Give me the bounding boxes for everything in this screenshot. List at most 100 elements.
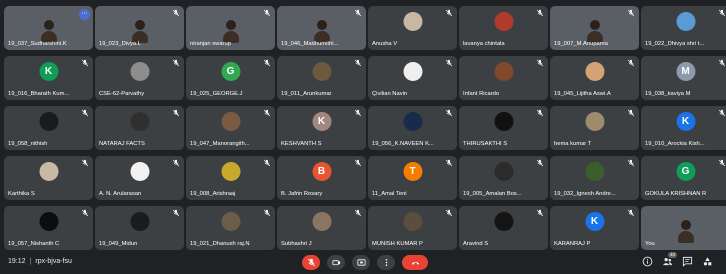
participant-tile[interactable]: CSE-62-Parvathy: [95, 56, 184, 100]
participant-name: NATARAJ FACTS: [99, 141, 145, 147]
mic-off-icon: [172, 59, 180, 67]
mic-off-icon: [445, 109, 453, 117]
meeting-separator: |: [29, 258, 32, 265]
participant-tile[interactable]: hema kumar T: [550, 106, 639, 150]
mic-off-icon: [627, 209, 635, 217]
meeting-details: 19:12 | rpx-bjva-fsu: [8, 258, 72, 265]
more-options-icon[interactable]: ⋯: [79, 9, 90, 20]
participant-name: 19_057_Nishanth C: [8, 241, 60, 247]
avatar: [403, 112, 422, 131]
mic-off-icon: [263, 209, 271, 217]
participant-name: 19_037_Sudharshini.K: [8, 41, 67, 47]
mic-off-icon: [536, 9, 544, 17]
participant-tile[interactable]: 19_008_Arishraaj: [186, 156, 275, 200]
participant-name: 19_010_Arockia Kish...: [645, 141, 705, 147]
participant-tile[interactable]: NATARAJ FACTS: [95, 106, 184, 150]
avatar: [39, 162, 58, 181]
participant-tile[interactable]: 19_047_Manorangith...: [186, 106, 275, 150]
bottom-toolbar: 19:12 | rpx-bjva-fsu 40: [0, 252, 726, 274]
participant-tile[interactable]: 19_005_Amalan Bos...: [459, 156, 548, 200]
participant-name: 19_032_Ignesh Andre...: [554, 191, 616, 197]
participant-name: GOKULA KRISHNAN R: [645, 191, 707, 197]
call-controls: [302, 255, 428, 270]
participant-tile[interactable]: 19_045_Lijitha Aswi.A: [550, 56, 639, 100]
avatar-initial: G: [221, 62, 240, 81]
participant-tile[interactable]: K KARANRAJ P: [550, 206, 639, 250]
participant-video: [131, 20, 148, 43]
mic-off-icon: [263, 9, 271, 17]
participant-grid: ⋯ 19_037_Sudharshini.K 19_023_Divya.L niran…: [4, 6, 726, 250]
present-screen-button[interactable]: [352, 255, 370, 270]
microphone-button[interactable]: [302, 255, 320, 270]
participant-tile[interactable]: B B. Jafrin Rosary: [277, 156, 366, 200]
participant-tile[interactable]: 19_011_Arunkumar: [277, 56, 366, 100]
info-icon: [642, 256, 653, 267]
avatar: [221, 112, 240, 131]
leave-call-button[interactable]: [402, 255, 428, 270]
participant-tile[interactable]: K 19_010_Arockia Kish...: [641, 106, 726, 150]
participant-tile[interactable]: 19_049_Midun: [95, 206, 184, 250]
participant-tile[interactable]: 19_021_Dhanush raj.N: [186, 206, 275, 250]
participant-tile[interactable]: 19_022_Dhivya shri t...: [641, 6, 726, 50]
mic-off-icon: [172, 9, 180, 17]
participant-name: 19_023_Divya.L: [99, 41, 141, 47]
participant-name: Karthika S: [8, 191, 35, 197]
avatar-initial: M: [676, 62, 695, 81]
participants-button[interactable]: 40: [662, 252, 678, 267]
more-options-button[interactable]: [377, 255, 395, 270]
participant-tile[interactable]: 19_057_Nishanth C: [4, 206, 93, 250]
participant-name: 19_008_Arishraaj: [190, 191, 236, 197]
meeting-time: 19:12: [8, 258, 26, 265]
participant-tile[interactable]: K 19_016_Bharath Kum...: [4, 56, 93, 100]
participant-tile[interactable]: Aravind S: [459, 206, 548, 250]
participant-name: 19_045_Lijitha Aswi.A: [554, 91, 611, 97]
participant-tile[interactable]: 19_007_M.Anupama: [550, 6, 639, 50]
participant-tile[interactable]: 19_046_Madhumithi...: [277, 6, 366, 50]
mic-off-icon: [172, 109, 180, 117]
avatar-initial: G: [676, 162, 695, 181]
activities-button[interactable]: [702, 256, 713, 267]
avatar: [221, 162, 240, 181]
participant-count-badge: 40: [668, 252, 678, 258]
participant-tile[interactable]: G 19_025_GEORGE.J: [186, 56, 275, 100]
camera-button[interactable]: [327, 255, 345, 270]
avatar: [494, 162, 513, 181]
participant-tile[interactable]: 19_032_Ignesh Andre...: [550, 156, 639, 200]
participant-tile[interactable]: 19_058_nithish: [4, 106, 93, 150]
meeting-info-button[interactable]: [642, 256, 653, 267]
participant-tile[interactable]: Anusha V: [368, 6, 457, 50]
participant-tile[interactable]: MUNISH KUMAR P: [368, 206, 457, 250]
participant-tile[interactable]: Çivilian Navin: [368, 56, 457, 100]
mic-off-icon: [627, 159, 635, 167]
participant-tile[interactable]: 19_056_K.NAVEEN K...: [368, 106, 457, 150]
chat-icon: [682, 256, 693, 267]
participant-tile[interactable]: G GOKULA KRISHNAN R: [641, 156, 726, 200]
avatar-initial: K: [585, 212, 604, 231]
participant-tile[interactable]: Subhashri J: [277, 206, 366, 250]
mic-off-icon: [445, 209, 453, 217]
participant-tile[interactable]: K KESHVANTH S: [277, 106, 366, 150]
mic-off-icon: [445, 159, 453, 167]
mic-off-icon: [81, 209, 89, 217]
self-view-tile[interactable]: You: [641, 206, 726, 250]
participant-name: Çivilian Navin: [372, 91, 408, 97]
meeting-code[interactable]: rpx-bjva-fsu: [35, 258, 72, 265]
participant-tile[interactable]: THIRUSAKTHI S: [459, 106, 548, 150]
participant-tile[interactable]: Infant Ricardo: [459, 56, 548, 100]
chat-button[interactable]: [682, 256, 693, 267]
participant-tile[interactable]: ⋯ 19_037_Sudharshini.K: [4, 6, 93, 50]
participant-tile[interactable]: T 11_Amal Teni: [368, 156, 457, 200]
participant-tile[interactable]: lavanya chintala: [459, 6, 548, 50]
mic-off-icon: [354, 59, 362, 67]
participant-video: [586, 20, 603, 43]
participant-tile[interactable]: M 19_038_kaviya M: [641, 56, 726, 100]
mic-off-icon: [627, 109, 635, 117]
participant-tile[interactable]: 19_023_Divya.L: [95, 6, 184, 50]
participant-tile[interactable]: niranjan swarup: [186, 6, 275, 50]
avatar: [312, 212, 331, 231]
participant-name: KARANRAJ P: [554, 241, 591, 247]
participant-tile[interactable]: A. N. Arularasan: [95, 156, 184, 200]
side-panel-controls: 40: [642, 252, 713, 267]
participant-tile[interactable]: Karthika S: [4, 156, 93, 200]
participant-name: hema kumar T: [554, 141, 592, 147]
